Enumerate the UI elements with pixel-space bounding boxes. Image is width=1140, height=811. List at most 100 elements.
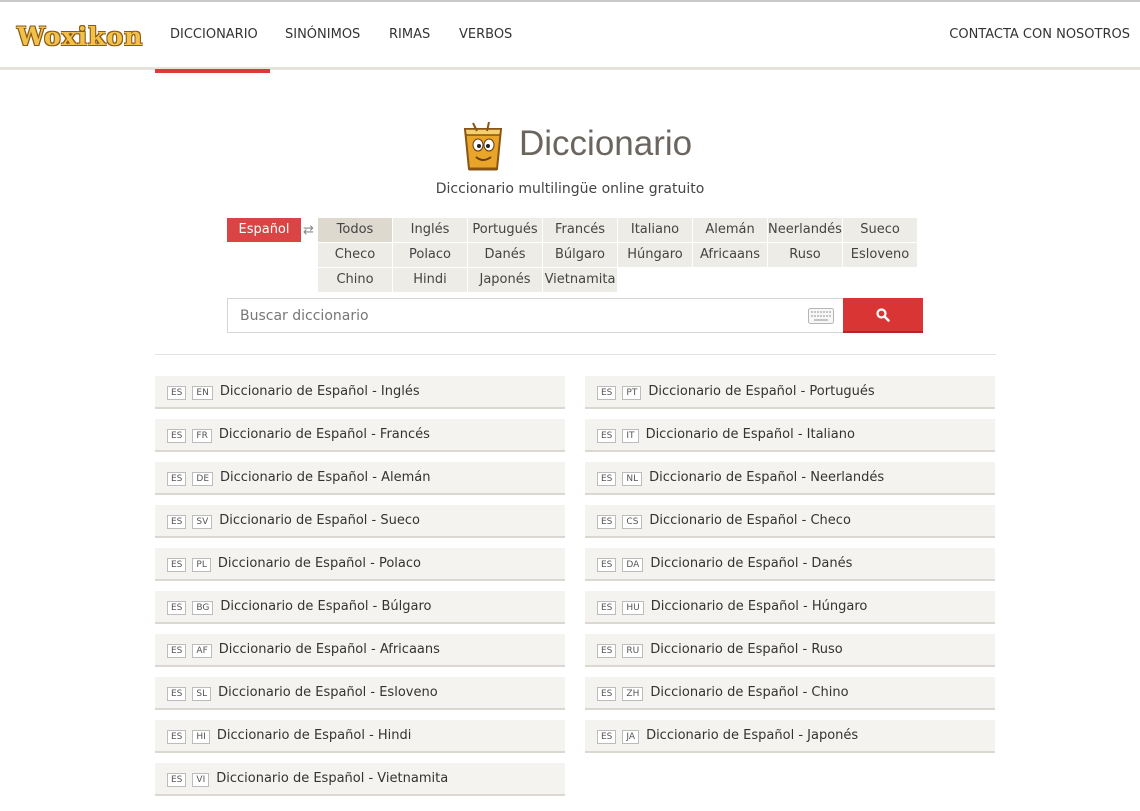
dictionary-label: Diccionario de Español - Francés: [218, 427, 430, 442]
lang-code-to: JA: [622, 730, 640, 744]
search-box: [227, 298, 843, 333]
header: Woxikon DICCIONARIO SINÓNIMOS RIMAS VERB…: [0, 2, 1140, 73]
lang-code-from: ES: [597, 601, 617, 615]
lang-africaans[interactable]: Africaans: [693, 243, 768, 268]
lang-sueco[interactable]: Sueco: [843, 218, 918, 243]
page-subtitle: Diccionario multilingüe online gratuito: [435, 181, 705, 197]
keyboard-icon[interactable]: [808, 308, 834, 324]
swap-icon[interactable]: ⇄: [303, 223, 314, 238]
dictionary-link-es-de[interactable]: ES DE Diccionario de Español - Alemán: [155, 462, 565, 495]
lang-japones[interactable]: Japonés: [468, 268, 543, 293]
nav-sinonimos[interactable]: SINÓNIMOS: [270, 2, 374, 70]
lang-esloveno[interactable]: Esloveno: [843, 243, 918, 268]
dictionary-link-es-nl[interactable]: ES NL Diccionario de Español - Neerlandés: [585, 462, 995, 495]
lang-polaco[interactable]: Polaco: [393, 243, 468, 268]
nav-rimas[interactable]: RIMAS: [374, 2, 444, 70]
page-title: Diccionario: [519, 124, 693, 163]
lang-code-from: ES: [167, 687, 187, 701]
lang-code-to: DA: [622, 558, 644, 572]
dictionary-link-es-cs[interactable]: ES CS Diccionario de Español - Checo: [585, 505, 995, 538]
lang-code-to: EN: [192, 386, 213, 400]
dictionary-label: Diccionario de Español - Japonés: [646, 728, 859, 743]
lang-code-from: ES: [597, 472, 617, 486]
dictionary-link-es-hu[interactable]: ES HU Diccionario de Español - Húngaro: [585, 591, 995, 624]
lang-code-from: ES: [167, 472, 187, 486]
lang-italiano[interactable]: Italiano: [618, 218, 693, 243]
dictionary-label: Diccionario de Español - Italiano: [645, 427, 855, 442]
hero: Diccionario: [0, 116, 1140, 176]
dictionary-label: Diccionario de Español - Neerlandés: [649, 470, 885, 485]
lang-code-to: FR: [192, 429, 212, 443]
contact-link[interactable]: CONTACTA CON NOSOTROS: [949, 2, 1130, 70]
lang-ruso[interactable]: Ruso: [768, 243, 843, 268]
lang-chino[interactable]: Chino: [318, 268, 393, 293]
dictionary-link-es-ru[interactable]: ES RU Diccionario de Español - Ruso: [585, 634, 995, 667]
lang-code-from: ES: [167, 386, 187, 400]
lang-frances[interactable]: Francés: [543, 218, 618, 243]
dictionary-label: Diccionario de Español - Esloveno: [218, 685, 438, 700]
dictionary-link-es-da[interactable]: ES DA Diccionario de Español - Danés: [585, 548, 995, 581]
lang-aleman[interactable]: Alemán: [693, 218, 768, 243]
lang-code-from: ES: [597, 730, 617, 744]
dictionary-list-left: ES EN Diccionario de Español - Inglés ES FR…: [155, 376, 565, 806]
lang-code-to: DE: [192, 472, 214, 486]
nav-diccionario[interactable]: DICCIONARIO: [155, 2, 270, 73]
lang-bulgaro[interactable]: Búlgaro: [543, 243, 618, 268]
lang-portugues[interactable]: Portugués: [468, 218, 543, 243]
nav-verbos[interactable]: VERBOS: [444, 2, 524, 70]
dictionary-link-es-sv[interactable]: ES SV Diccionario de Español - Sueco: [155, 505, 565, 538]
lang-checo[interactable]: Checo: [318, 243, 393, 268]
lang-neerlandes[interactable]: Neerlandés: [768, 218, 843, 243]
dictionary-link-es-vi[interactable]: ES VI Diccionario de Español - Vietnamita: [155, 763, 565, 796]
dictionary-label: Diccionario de Español - Húngaro: [650, 599, 868, 614]
dictionary-link-es-pl[interactable]: ES PL Diccionario de Español - Polaco: [155, 548, 565, 581]
divider: [155, 354, 996, 355]
dictionary-link-es-ja[interactable]: ES JA Diccionario de Español - Japonés: [585, 720, 995, 753]
lang-code-to: AF: [192, 644, 212, 658]
lang-code-to: BG: [192, 601, 214, 615]
dictionary-mascot-icon: [463, 121, 503, 171]
dictionary-label: Diccionario de Español - Chino: [650, 685, 849, 700]
lang-code-from: ES: [597, 644, 617, 658]
dictionary-link-es-af[interactable]: ES AF Diccionario de Español - Africaans: [155, 634, 565, 667]
lang-code-to: PL: [192, 558, 211, 572]
dictionary-label: Diccionario de Español - Ruso: [650, 642, 843, 657]
main-nav: DICCIONARIO SINÓNIMOS RIMAS VERBOS: [155, 2, 524, 73]
lang-vietnamita[interactable]: Vietnamita: [543, 268, 618, 293]
dictionary-link-es-pt[interactable]: ES PT Diccionario de Español - Portugués: [585, 376, 995, 409]
lang-code-to: RU: [622, 644, 644, 658]
lang-code-from: ES: [167, 730, 187, 744]
lang-code-from: ES: [167, 644, 187, 658]
lang-hindi[interactable]: Hindi: [393, 268, 468, 293]
woxikon-logo[interactable]: Woxikon: [17, 22, 143, 51]
dictionary-label: Diccionario de Español - Vietnamita: [216, 771, 449, 786]
lang-code-to: ZH: [622, 687, 644, 701]
dictionary-link-es-bg[interactable]: ES BG Diccionario de Español - Búlgaro: [155, 591, 565, 624]
lang-code-from: ES: [167, 601, 187, 615]
search-input[interactable]: [240, 299, 800, 332]
dictionary-link-es-it[interactable]: ES IT Diccionario de Español - Italiano: [585, 419, 995, 452]
dictionary-link-es-hi[interactable]: ES HI Diccionario de Español - Hindi: [155, 720, 565, 753]
lang-todos[interactable]: Todos: [318, 218, 393, 243]
dictionary-link-es-zh[interactable]: ES ZH Diccionario de Español - Chino: [585, 677, 995, 710]
lang-code-from: ES: [167, 558, 187, 572]
dictionary-label: Diccionario de Español - Polaco: [217, 556, 421, 571]
dictionary-link-es-en[interactable]: ES EN Diccionario de Español - Inglés: [155, 376, 565, 409]
lang-hungaro[interactable]: Húngaro: [618, 243, 693, 268]
lang-code-from: ES: [597, 429, 617, 443]
dictionary-list-right: ES PT Diccionario de Español - Portugués E…: [585, 376, 995, 763]
dictionary-label: Diccionario de Español - Búlgaro: [220, 599, 432, 614]
dictionary-label: Diccionario de Español - Alemán: [220, 470, 431, 485]
target-language-grid: Todos Inglés Portugués Francés Italiano …: [318, 218, 918, 293]
dictionary-label: Diccionario de Español - Hindi: [216, 728, 412, 743]
lang-code-to: HU: [622, 601, 644, 615]
lang-code-to: IT: [622, 429, 639, 443]
dictionary-link-es-sl[interactable]: ES SL Diccionario de Español - Esloveno: [155, 677, 565, 710]
dictionary-label: Diccionario de Español - Danés: [650, 556, 853, 571]
lang-ingles[interactable]: Inglés: [393, 218, 468, 243]
lang-danes[interactable]: Danés: [468, 243, 543, 268]
source-language-button[interactable]: Español: [227, 218, 301, 242]
search-button[interactable]: [843, 298, 923, 333]
dictionary-link-es-fr[interactable]: ES FR Diccionario de Español - Francés: [155, 419, 565, 452]
dictionary-label: Diccionario de Español - Inglés: [219, 384, 420, 399]
